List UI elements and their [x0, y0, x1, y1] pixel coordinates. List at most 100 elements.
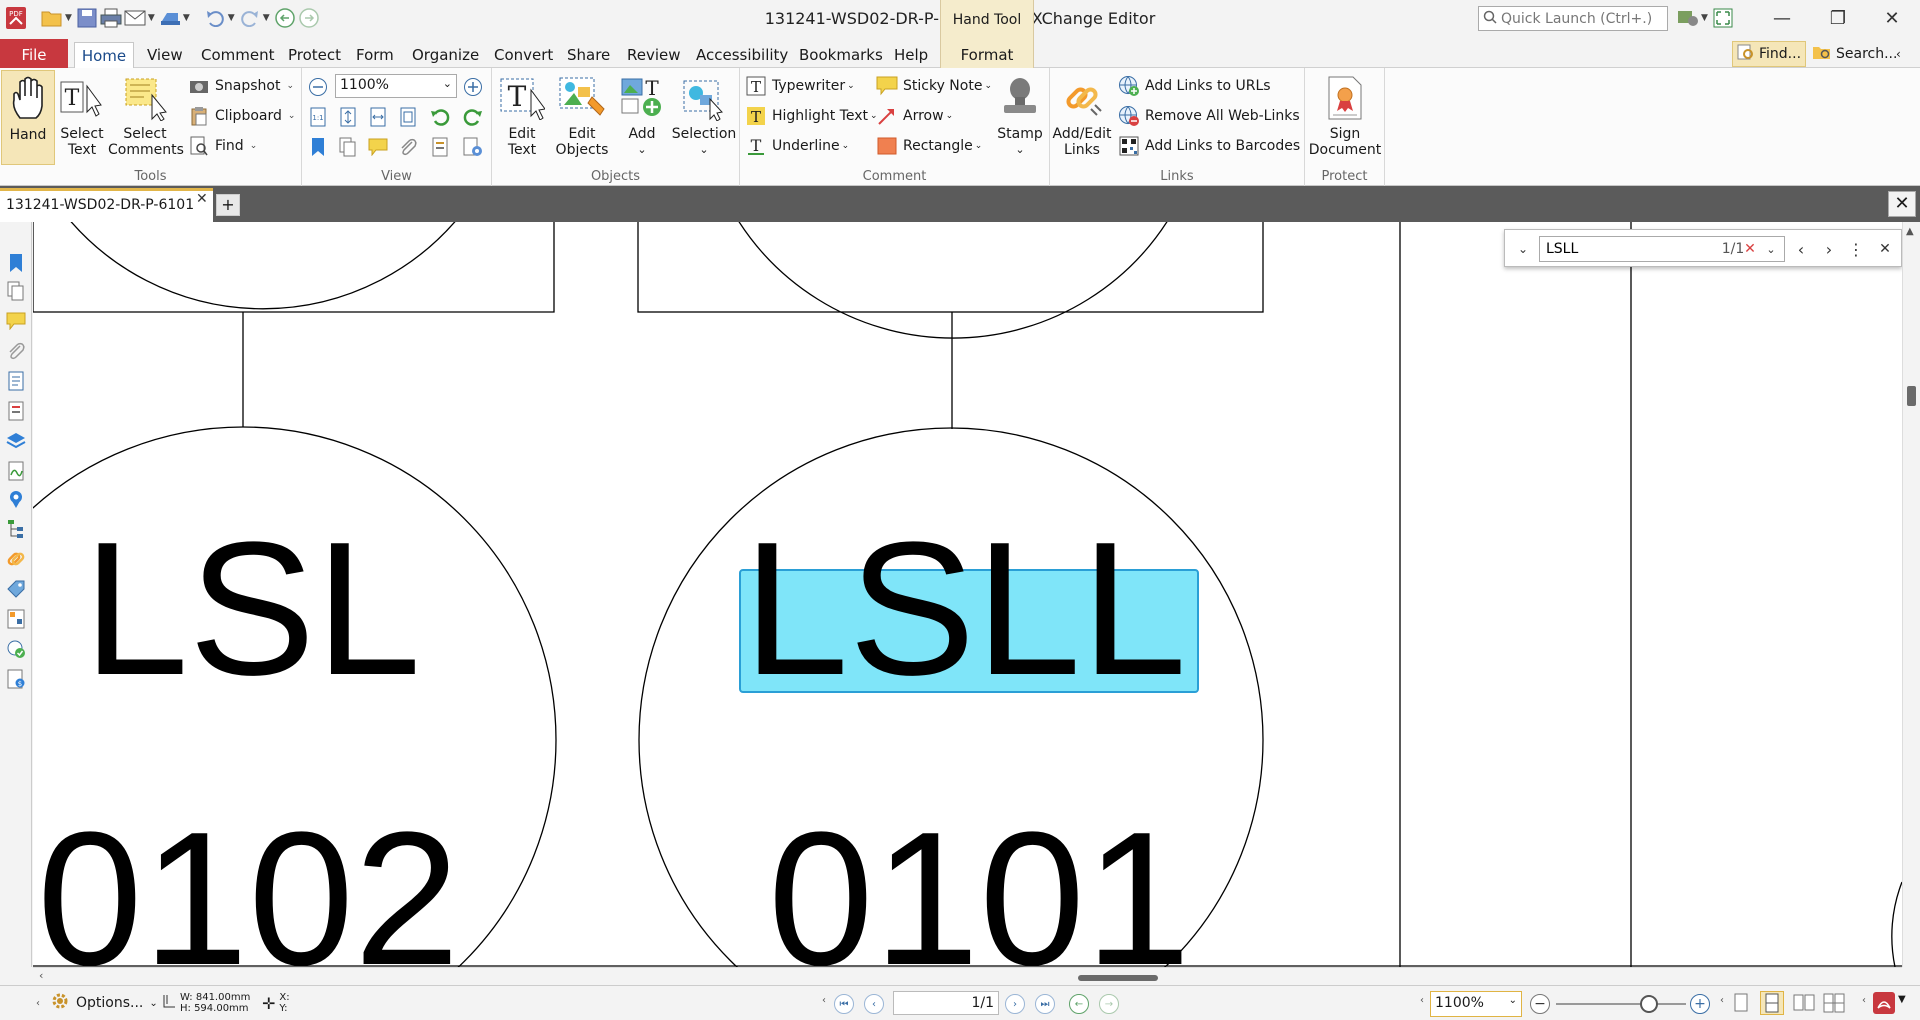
clipboard-button[interactable]: Clipboard ⌄: [188, 103, 298, 129]
edit-objects-button[interactable]: Edit Objects: [550, 70, 614, 158]
page-number-input[interactable]: 1/1: [893, 991, 999, 1015]
hand-tool-button[interactable]: Hand: [1, 70, 55, 165]
quick-launch-input[interactable]: Quick Launch (Ctrl+.): [1478, 6, 1668, 31]
next-view-icon[interactable]: →: [1099, 994, 1119, 1014]
ribbon-collapse-icon[interactable]: ‹: [1896, 41, 1901, 67]
ui-options-icon[interactable]: [1676, 6, 1700, 30]
status-zoom-in-icon[interactable]: +: [1690, 994, 1710, 1014]
close-document-button[interactable]: ✕: [1888, 191, 1916, 217]
tab-format[interactable]: Format: [940, 37, 1034, 68]
page-settings-icon[interactable]: [462, 136, 484, 158]
minimize-button[interactable]: —: [1754, 0, 1810, 37]
stamp-button[interactable]: Stamp ⌄: [994, 70, 1046, 158]
remove-web-links-button[interactable]: Remove All Web-Links: [1118, 103, 1300, 129]
new-tab-button[interactable]: +: [216, 194, 240, 216]
tab-protect[interactable]: Protect: [288, 42, 341, 68]
open-folder-icon[interactable]: [40, 6, 64, 30]
fit-width-icon[interactable]: [367, 106, 389, 128]
snapshot-button[interactable]: Snapshot ⌄: [188, 73, 297, 99]
tab-home[interactable]: Home: [74, 42, 134, 68]
chevron-down-icon[interactable]: ▼: [228, 13, 235, 23]
vertical-scrollbar[interactable]: ▲: [1902, 222, 1920, 967]
redo-icon[interactable]: [238, 6, 262, 30]
status-zoom-out-icon[interactable]: −: [1530, 994, 1550, 1014]
articles-pane-icon[interactable]: [5, 608, 27, 630]
bookmark-icon[interactable]: [307, 136, 329, 158]
tab-accessibility[interactable]: Accessibility: [696, 42, 788, 68]
fit-visible-icon[interactable]: [397, 106, 419, 128]
edit-text-button[interactable]: T Edit Text: [494, 70, 550, 158]
scroll-up-icon[interactable]: ▲: [1906, 226, 1914, 237]
zoom-out-icon[interactable]: [307, 76, 329, 98]
chevron-down-icon[interactable]: ▼: [183, 13, 190, 23]
actual-size-icon[interactable]: 1:1: [307, 106, 329, 128]
typewriter-button[interactable]: T Typewriter ⌄: [745, 73, 855, 99]
undo-icon[interactable]: [203, 6, 227, 30]
document-canvas[interactable]: LSL 0102 LSLL 0101: [33, 222, 1902, 967]
thumbnails-pane-icon[interactable]: [5, 280, 27, 302]
rotate-right-icon[interactable]: [462, 106, 484, 128]
zoom-slider-track[interactable]: [1556, 1003, 1686, 1005]
tab-file[interactable]: File: [0, 39, 68, 68]
chevron-down-icon[interactable]: ▼: [65, 13, 72, 23]
search-button[interactable]: Search...: [1812, 41, 1897, 67]
structure-pane-icon[interactable]: [5, 518, 27, 540]
content-pane-icon[interactable]: [5, 370, 27, 392]
selection-button[interactable]: Selection ⌄: [670, 70, 738, 158]
rotate-left-icon[interactable]: [429, 106, 451, 128]
underline-button[interactable]: T Underline ⌄: [745, 133, 849, 159]
fullscreen-icon[interactable]: [1711, 6, 1735, 30]
two-page-layout-icon[interactable]: [1792, 992, 1816, 1014]
properties-pane-icon[interactable]: [5, 400, 27, 422]
tab-share[interactable]: Share: [567, 42, 610, 68]
status-left-collapse-icon[interactable]: ‹: [822, 995, 826, 1006]
tab-view[interactable]: View: [147, 42, 183, 68]
scroll-left-icon[interactable]: ‹: [39, 969, 43, 982]
more-options-icon[interactable]: ⋮: [1845, 236, 1867, 262]
rectangle-button[interactable]: Rectangle ⌄: [876, 133, 982, 159]
previous-view-icon[interactable]: ←: [1069, 994, 1089, 1014]
comments-pane-icon[interactable]: [367, 136, 389, 158]
chevron-down-icon[interactable]: ▼: [1701, 13, 1708, 23]
options-button[interactable]: Options... ⌄: [50, 990, 158, 1016]
tab-review[interactable]: Review: [627, 42, 681, 68]
find-next-icon[interactable]: ›: [1817, 236, 1841, 262]
chevron-down-icon[interactable]: ▼: [148, 13, 155, 23]
tab-bookmarks[interactable]: Bookmarks: [799, 42, 883, 68]
add-links-to-urls-button[interactable]: Add Links to URLs: [1118, 73, 1271, 99]
select-text-button[interactable]: T Select Text: [56, 70, 108, 158]
select-comments-button[interactable]: Select Comments: [108, 70, 184, 158]
destinations-pane-icon[interactable]: [5, 488, 27, 510]
zoom-select[interactable]: 1100% ⌄: [335, 74, 457, 98]
close-window-button[interactable]: ✕: [1864, 0, 1920, 37]
first-page-icon[interactable]: ⏮: [834, 994, 854, 1014]
highlight-text-button[interactable]: T Highlight Text ⌄: [745, 103, 878, 129]
tab-organize[interactable]: Organize: [412, 42, 479, 68]
tab-help[interactable]: Help: [894, 42, 928, 68]
email-icon[interactable]: [123, 6, 147, 30]
print-icon[interactable]: [99, 6, 123, 30]
two-page-continuous-icon[interactable]: [1822, 992, 1846, 1014]
comments-pane-icon[interactable]: [5, 310, 27, 332]
find-options-chevron-icon[interactable]: ⌄: [1511, 236, 1535, 262]
attachment-icon[interactable]: [397, 136, 419, 158]
previous-page-icon[interactable]: ‹: [864, 994, 884, 1014]
arrow-button[interactable]: Arrow ⌄: [876, 103, 953, 129]
save-icon[interactable]: [75, 6, 99, 30]
layout-collapse-icon[interactable]: ‹: [1720, 995, 1724, 1006]
tab-form[interactable]: Form: [356, 42, 394, 68]
close-tab-icon[interactable]: ✕: [196, 191, 208, 207]
back-icon[interactable]: [273, 6, 297, 30]
chevron-down-icon[interactable]: ▼: [263, 13, 270, 23]
pages-icon[interactable]: [337, 136, 359, 158]
find-button[interactable]: Find...: [1732, 41, 1807, 67]
add-edit-links-button[interactable]: Add/Edit Links: [1052, 70, 1112, 158]
add-links-to-barcodes-button[interactable]: Add Links to Barcodes: [1118, 133, 1300, 159]
attachments-pane-icon[interactable]: [5, 340, 27, 362]
tab-convert[interactable]: Convert: [494, 42, 553, 68]
bookmarks-pane-icon[interactable]: [5, 252, 27, 274]
pdf-logo-icon[interactable]: [1872, 991, 1896, 1015]
add-button[interactable]: T Add ⌄: [614, 70, 670, 158]
layers-pane-icon[interactable]: [5, 430, 27, 452]
fit-page-icon[interactable]: [337, 106, 359, 128]
